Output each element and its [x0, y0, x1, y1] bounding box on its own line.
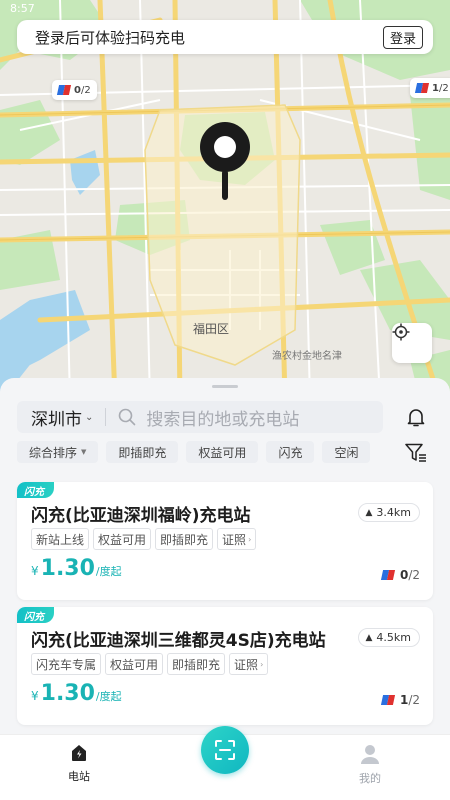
- price-unit: /度起: [95, 565, 122, 578]
- station-tags: 新站上线 权益可用 即插即充 证照 ›: [31, 528, 257, 550]
- distance-badge[interactable]: ▲ 4.5km: [358, 628, 420, 647]
- charger-brand-icon: [382, 570, 394, 580]
- login-button[interactable]: 登录: [382, 25, 423, 49]
- charger-brand-icon: [58, 85, 70, 95]
- license-tag[interactable]: 证照 ›: [229, 653, 269, 675]
- advanced-filter-button[interactable]: [403, 441, 429, 465]
- district-label: 福田区: [193, 322, 230, 336]
- flash-badge: 闪充: [17, 607, 54, 623]
- marker-free-count: 1: [432, 82, 439, 94]
- charging-station-icon: [72, 745, 86, 761]
- price-value: 1.30: [40, 556, 95, 581]
- charger-brand-icon: [382, 695, 394, 705]
- distance-badge[interactable]: ▲ 3.4km: [358, 503, 420, 522]
- filter-plug-and-charge[interactable]: 即插即充: [106, 441, 179, 463]
- marker-total-count: 2: [84, 84, 91, 96]
- station-tag: 闪充车专属: [31, 653, 102, 675]
- tab-mine-label: 我的: [359, 772, 381, 785]
- station-name: 闪充(比亚迪深圳三维都灵4S店)充电站: [31, 631, 326, 651]
- station-card[interactable]: 闪充 闪充(比亚迪深圳三维都灵4S店)充电站 ▲ 4.5km 闪充车专属 权益可…: [17, 607, 433, 725]
- total-count: /2: [408, 568, 420, 582]
- available-count: 0: [399, 568, 409, 582]
- station-tag: 新站上线: [31, 528, 90, 550]
- station-marker[interactable]: 0/2: [52, 80, 97, 100]
- tab-stations-label: 电站: [68, 770, 90, 783]
- marker-total-count: 2: [442, 82, 449, 94]
- marker-free-count: 0: [74, 84, 81, 96]
- search-icon: [119, 408, 136, 426]
- station-tags: 闪充车专属 权益可用 即插即充 证照 ›: [31, 653, 269, 675]
- station-list-sheet[interactable]: 深圳市 ⌄ 搜索目的地或充电站 综合排序 ▼ 即插即充 权益可用 闪充 空闲 闪…: [0, 378, 450, 738]
- search-divider: [105, 408, 107, 426]
- filter-idle[interactable]: 空闲: [322, 441, 371, 463]
- station-tag: 即插即充: [167, 653, 226, 675]
- distance-value: 3.4km: [376, 506, 411, 519]
- availability: 1 /2: [382, 693, 420, 707]
- license-tag[interactable]: 证照 ›: [217, 528, 257, 550]
- station-tag: 权益可用: [93, 528, 152, 550]
- chevron-right-icon: ›: [248, 534, 252, 544]
- navigation-arrow-icon: ▲: [365, 632, 373, 643]
- scan-icon: [215, 740, 235, 760]
- station-marker[interactable]: 1/2: [410, 78, 450, 98]
- flash-badge: 闪充: [17, 482, 54, 498]
- city-label: 深圳市: [31, 409, 82, 430]
- price-currency: ¥: [31, 564, 39, 578]
- user-icon: [361, 745, 379, 764]
- tab-stations[interactable]: 电站: [44, 743, 114, 784]
- map-view[interactable]: 8:57 登录后可体验扫码充电 登录 0/2 1/2 福田区 渔农村金地名津: [0, 0, 450, 400]
- search-input[interactable]: 搜索目的地或充电站: [118, 405, 299, 430]
- filter-flash[interactable]: 闪充: [266, 441, 315, 463]
- city-selector[interactable]: 深圳市 ⌄: [17, 405, 93, 430]
- station-tag: 即插即充: [155, 528, 214, 550]
- tab-mine[interactable]: 我的: [335, 743, 405, 786]
- road-label: 渔农村金地名津: [272, 351, 342, 362]
- navigation-arrow-icon: ▲: [365, 507, 373, 518]
- station-tag: 权益可用: [105, 653, 164, 675]
- search-bar[interactable]: 深圳市 ⌄ 搜索目的地或充电站: [17, 401, 383, 433]
- locate-button[interactable]: [392, 323, 432, 363]
- distance-value: 4.5km: [376, 631, 411, 644]
- map-canvas[interactable]: [0, 0, 450, 400]
- bell-icon: [407, 409, 425, 427]
- search-placeholder: 搜索目的地或充电站: [146, 409, 300, 430]
- charger-brand-icon: [416, 83, 428, 93]
- available-count: 1: [399, 693, 409, 707]
- filter-benefits[interactable]: 权益可用: [186, 441, 259, 463]
- login-banner[interactable]: 登录后可体验扫码充电 登录: [17, 20, 433, 54]
- price-unit: /度起: [95, 690, 122, 703]
- scan-button[interactable]: [201, 726, 249, 774]
- chevron-right-icon: ›: [260, 659, 264, 669]
- station-card[interactable]: 闪充 闪充(比亚迪深圳福岭)充电站 ▲ 3.4km 新站上线 权益可用 即插即充…: [17, 482, 433, 600]
- filter-sort[interactable]: 综合排序 ▼: [17, 441, 99, 463]
- notification-button[interactable]: [403, 404, 429, 430]
- crosshair-icon: [392, 323, 410, 341]
- availability: 0 /2: [382, 568, 420, 582]
- price-value: 1.30: [40, 681, 95, 706]
- login-banner-text: 登录后可体验扫码充电: [35, 28, 186, 47]
- station-name: 闪充(比亚迪深圳福岭)充电站: [31, 506, 251, 526]
- filter-chips: 综合排序 ▼ 即插即充 权益可用 闪充 空闲: [17, 441, 371, 463]
- filter-icon: [405, 443, 426, 462]
- status-time: 8:57: [10, 2, 35, 15]
- price-currency: ¥: [31, 689, 39, 703]
- price: ¥ 1.30 /度起: [31, 556, 122, 581]
- price: ¥ 1.30 /度起: [31, 681, 122, 706]
- sheet-drag-handle[interactable]: [212, 385, 238, 388]
- chevron-down-icon: ⌄: [85, 411, 94, 423]
- caret-down-icon: ▼: [81, 448, 87, 456]
- total-count: /2: [408, 693, 420, 707]
